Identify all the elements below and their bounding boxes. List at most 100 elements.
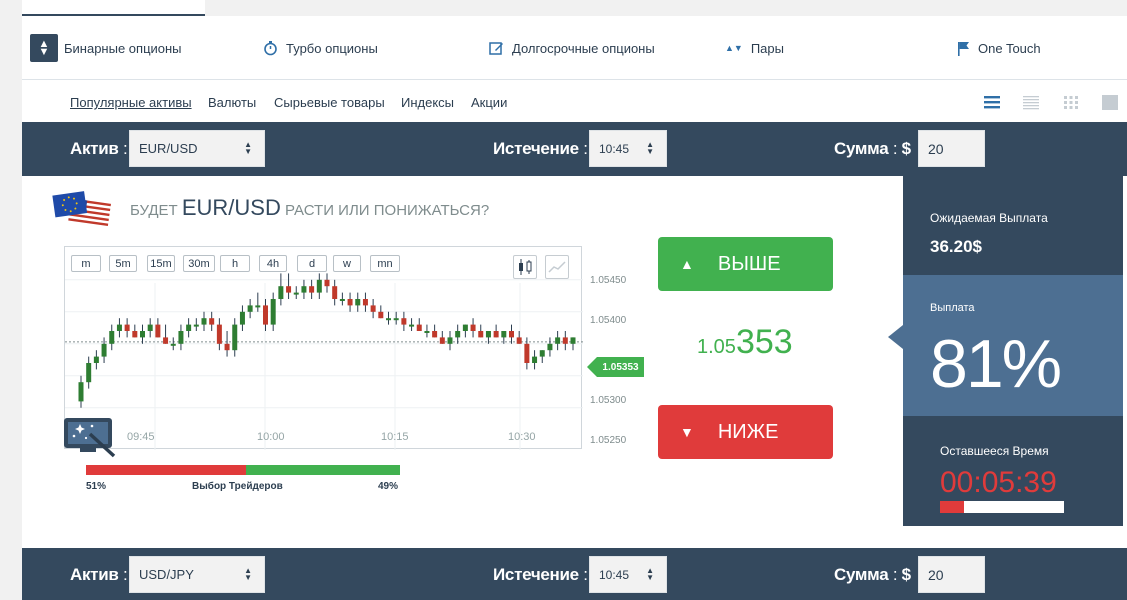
- timeframe-button[interactable]: d: [297, 255, 327, 272]
- tab-one-touch[interactable]: One Touch: [957, 16, 1041, 80]
- candle-body: [524, 343, 530, 363]
- top-background: [205, 0, 1127, 16]
- select-arrows-icon: ▲ ▼: [646, 566, 654, 582]
- expiry-value: 10:45: [599, 567, 630, 582]
- timeframe-button[interactable]: 15m: [147, 255, 175, 272]
- list-view-icon[interactable]: [984, 94, 1000, 110]
- amount-input[interactable]: 20: [918, 556, 985, 593]
- live-price: 1.05353: [697, 323, 793, 362]
- timeframe-button[interactable]: mn: [370, 255, 400, 272]
- candle-body: [278, 286, 284, 299]
- tile-view-icon[interactable]: [1102, 94, 1118, 110]
- payout-label: Выплата: [930, 302, 975, 314]
- candle-body: [316, 279, 322, 293]
- put-button[interactable]: ▼ НИЖЕ: [658, 405, 833, 459]
- category-commodities[interactable]: Сырьевые товары: [274, 95, 385, 110]
- expiry-select[interactable]: 10:45 ▲ ▼: [589, 556, 667, 593]
- tab-long-term-options[interactable]: Долгосрочные опционы: [489, 16, 655, 80]
- candle-body: [286, 286, 292, 293]
- down-percent: 51%: [86, 481, 107, 492]
- tab-label: One Touch: [978, 40, 1041, 56]
- asset-select[interactable]: USD/JPY ▲ ▼: [129, 556, 265, 593]
- candle-body: [155, 324, 161, 338]
- candle-body: [78, 382, 84, 402]
- candle-body: [547, 343, 553, 351]
- candlestick-mode-button[interactable]: [513, 255, 537, 279]
- asset-select[interactable]: EUR/USD ▲ ▼: [129, 130, 265, 167]
- candle-body: [424, 331, 430, 333]
- timeframe-button[interactable]: 30m: [183, 255, 215, 272]
- magic-wand-icon[interactable]: [62, 414, 118, 460]
- candle-body: [255, 305, 261, 308]
- timeframe-button[interactable]: m: [71, 255, 101, 272]
- candle-body: [562, 337, 568, 344]
- tab-pairs[interactable]: ▲▼ Пары: [725, 16, 784, 80]
- candle-body: [570, 337, 576, 344]
- expiry-label: Истечение :: [493, 139, 588, 158]
- call-button[interactable]: ▲ ВЫШЕ: [658, 237, 833, 291]
- select-arrows-icon: ▲ ▼: [244, 140, 252, 156]
- category-indices[interactable]: Индексы: [401, 95, 454, 110]
- candle-body: [509, 331, 514, 338]
- candle-body: [93, 356, 99, 363]
- candle-body: [170, 343, 176, 346]
- tab-turbo-options[interactable]: Турбо опционы: [263, 16, 378, 80]
- candle-body: [201, 318, 207, 325]
- candle-body: [501, 331, 507, 338]
- expected-payout-label: Ожидаемая Выплата: [930, 211, 1048, 225]
- call-button-label: ВЫШЕ: [717, 252, 781, 275]
- time-left-label: Оставшееся Время: [940, 444, 1049, 458]
- timeframe-button[interactable]: 4h: [259, 255, 287, 272]
- question-suffix: РАСТИ ИЛИ ПОНИЖАТЬСЯ?: [285, 202, 490, 219]
- put-button-label: НИЖЕ: [717, 420, 779, 443]
- option-type-tabs: ▲ ▼ Бинарные опционы Турбо опционы Долгос…: [22, 16, 1127, 80]
- candle-body: [147, 324, 153, 331]
- time-left-panel: Оставшееся Время 00:05:39: [903, 416, 1123, 526]
- countdown-timer: 00:05:39: [940, 466, 1057, 499]
- x-tick-label: 09:45: [127, 431, 155, 443]
- tab-label: Турбо опционы: [286, 40, 378, 56]
- price-chart[interactable]: m 5m 15m 30m h 4h d w mn 09:45 10:00 10:15 10:30: [64, 246, 583, 450]
- candle-body: [293, 292, 299, 295]
- question-text: БУДЕТ EUR/USD РАСТИ ИЛИ ПОНИЖАТЬСЯ?: [130, 195, 489, 221]
- up-percent: 49%: [378, 481, 399, 492]
- candle-body: [470, 324, 476, 331]
- line-mode-button[interactable]: [545, 255, 569, 279]
- amount-value: 20: [928, 140, 944, 157]
- candle-body: [124, 324, 130, 331]
- candle-body: [116, 324, 122, 331]
- compact-list-icon[interactable]: [1023, 94, 1039, 110]
- candle-body: [86, 363, 92, 383]
- timeframe-button[interactable]: h: [220, 255, 250, 272]
- timeframe-button[interactable]: w: [333, 255, 361, 272]
- candle-body: [247, 305, 253, 312]
- x-tick-label: 10:00: [257, 431, 285, 443]
- timeframe-button[interactable]: 5m: [109, 255, 137, 272]
- y-tick-label: 1.05300: [590, 395, 627, 406]
- price-major: 1.05: [697, 336, 736, 358]
- candle-body: [109, 331, 115, 344]
- amount-input[interactable]: 20: [918, 130, 985, 167]
- tab-label: Пары: [750, 40, 784, 56]
- expected-payout-value: 36.20$: [930, 237, 982, 256]
- triangle-up-icon: ▲: [680, 256, 694, 272]
- category-currencies[interactable]: Валюты: [208, 95, 256, 110]
- candle-body: [193, 324, 199, 327]
- expiry-select[interactable]: 10:45 ▲ ▼: [589, 130, 667, 167]
- tab-binary-options[interactable]: ▲ ▼ Бинарные опционы: [30, 16, 182, 80]
- candle-body: [347, 299, 353, 306]
- candle-body: [478, 331, 484, 338]
- grid-view-icon[interactable]: [1063, 94, 1079, 110]
- edit-icon: [489, 41, 504, 56]
- candle-body: [485, 331, 491, 338]
- down-share-fill: [86, 465, 247, 475]
- app-frame: ▲ ▼ Бинарные опционы Турбо опционы Долгос…: [22, 0, 1127, 600]
- candle-body: [555, 337, 561, 344]
- category-popular[interactable]: Популярные активы: [70, 95, 192, 110]
- category-stocks[interactable]: Акции: [471, 95, 507, 110]
- question-pair: EUR/USD: [181, 195, 281, 220]
- triangle-down-icon: ▼: [680, 424, 694, 440]
- candle-body: [439, 337, 445, 344]
- trade-controls-bar: Актив : USD/JPY ▲ ▼ Истечение : 10:45 ▲ ▼ …: [22, 548, 1127, 600]
- asset-value: USD/JPY: [139, 567, 194, 582]
